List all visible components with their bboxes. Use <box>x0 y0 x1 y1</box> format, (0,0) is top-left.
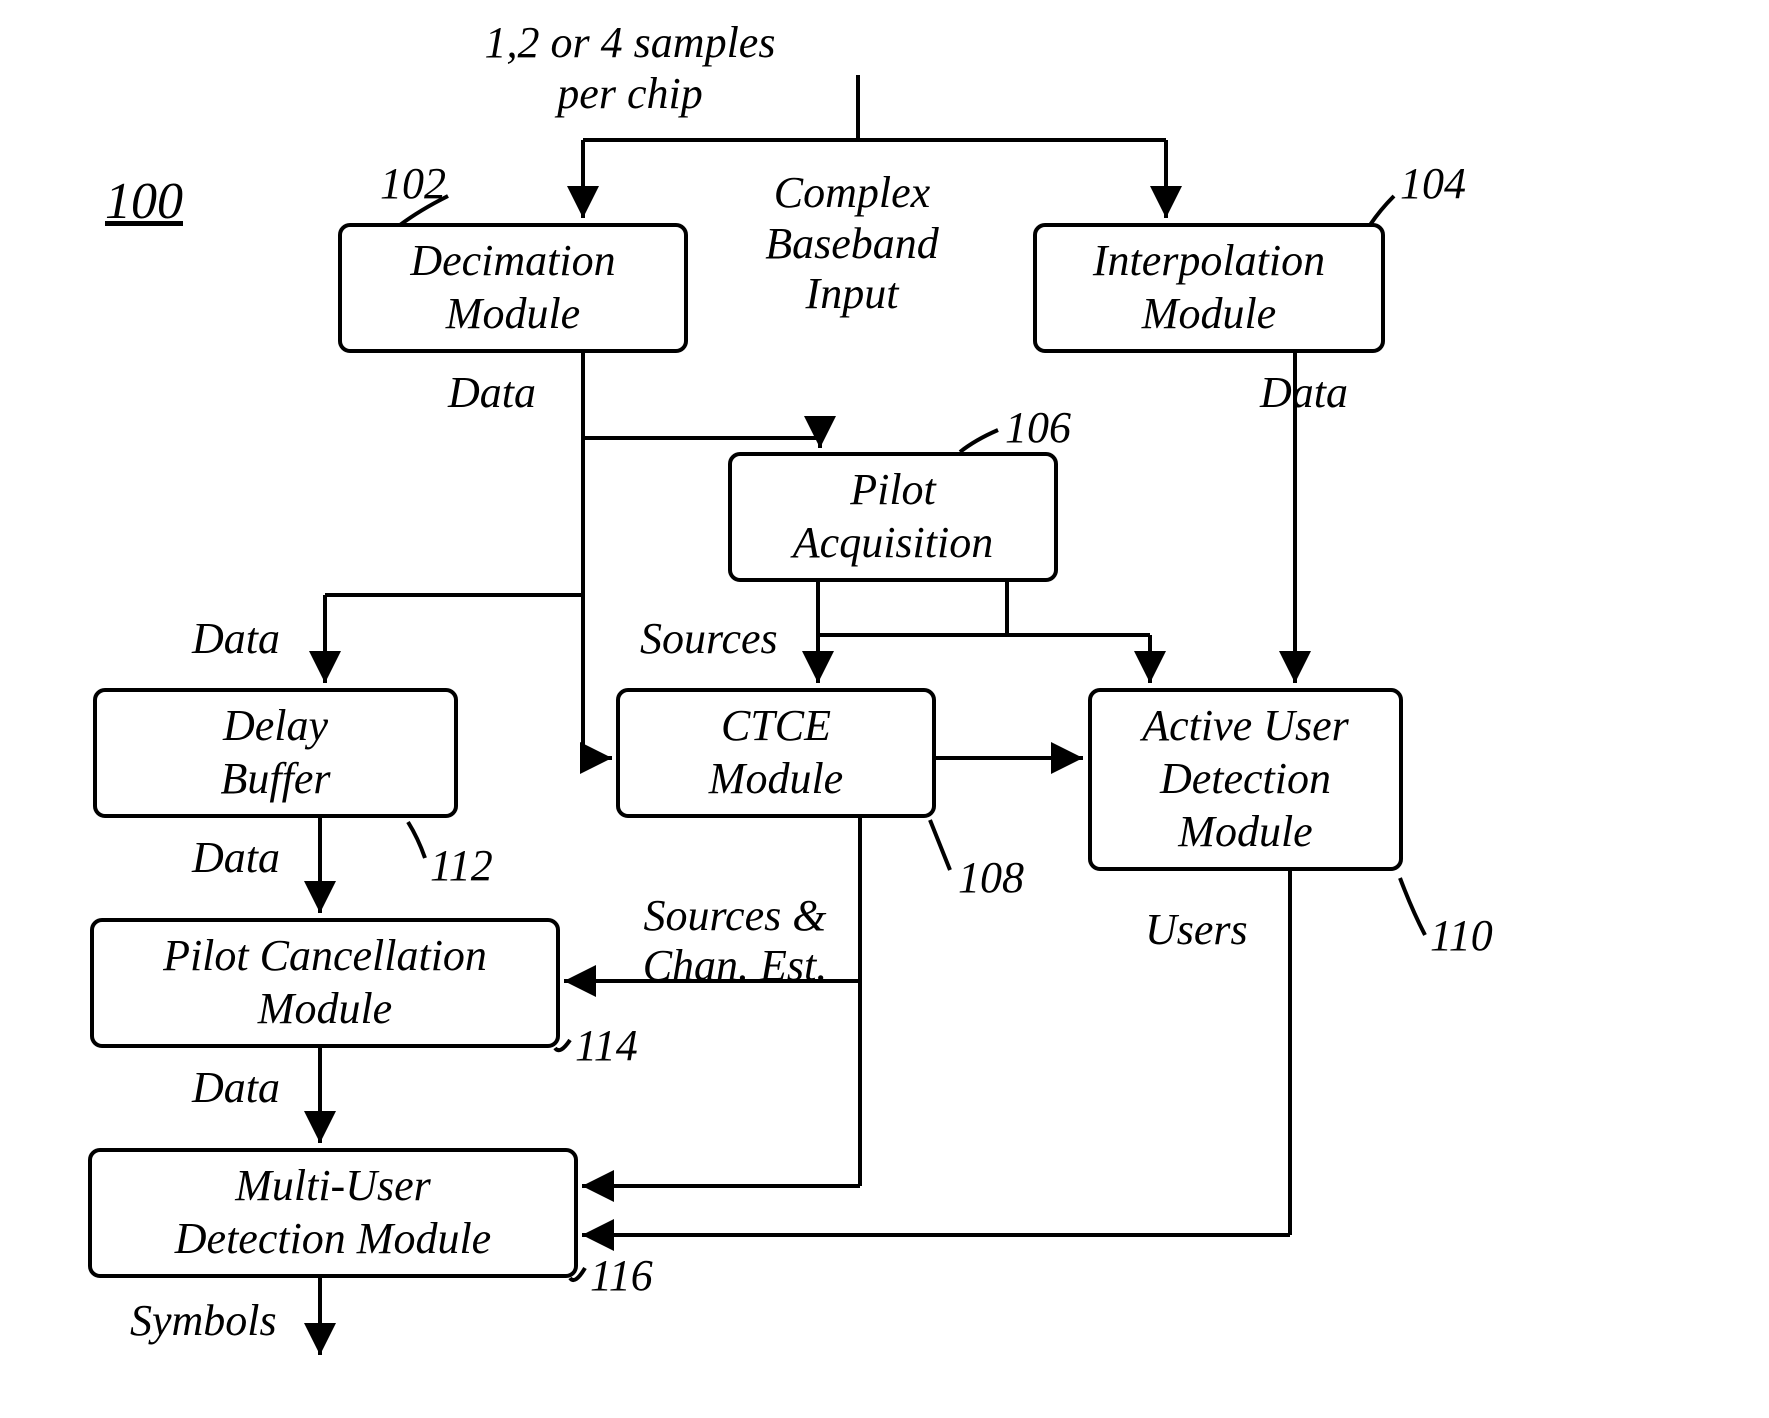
diagram-arrows <box>0 0 1769 1418</box>
